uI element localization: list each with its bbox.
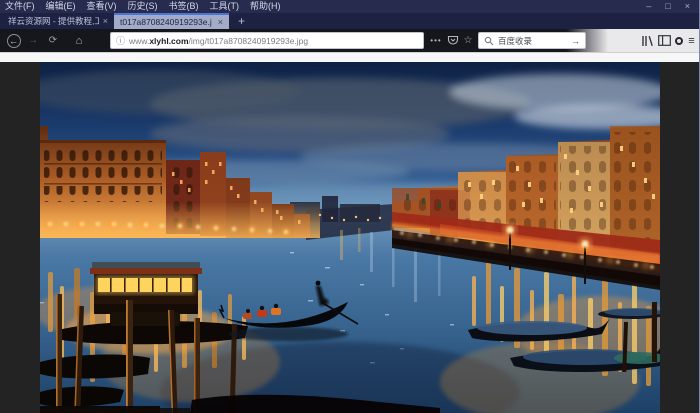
new-tab-button[interactable]: + [229, 13, 254, 29]
url-path: /img/t017a8708240919293e.jpg [189, 36, 309, 46]
pocket-icon [447, 35, 459, 46]
search-icon [484, 36, 494, 46]
tab-xiangyun-site[interactable]: 祥云资源网 - 提供教程,工具,源码 × [2, 13, 114, 29]
minimize-button[interactable]: – [646, 0, 651, 13]
menu-bar: 文件(F) 编辑(E) 查看(V) 历史(S) 书签(B) 工具(T) 帮助(H… [0, 0, 699, 13]
back-icon: ← [9, 36, 18, 46]
pocket-button[interactable] [446, 29, 460, 52]
menu-bookmarks[interactable]: 书签(B) [169, 0, 199, 13]
tab-title: 祥云资源网 - 提供教程,工具,源码 [8, 15, 99, 27]
forward-icon: → [28, 35, 38, 46]
app-menu-button[interactable]: ≡ [685, 29, 698, 52]
menu-items: 文件(F) 编辑(E) 查看(V) 历史(S) 书签(B) 工具(T) 帮助(H… [5, 0, 281, 13]
site-info-icon[interactable]: ⓘ [116, 34, 125, 47]
menu-history[interactable]: 历史(S) [128, 0, 158, 13]
url-domain: xlyhl.com [149, 36, 188, 46]
menu-view[interactable]: 查看(V) [87, 0, 117, 13]
url-prefix: www. [129, 36, 149, 46]
navigation-toolbar: ← → ⟳ ⌂ ⓘ www.xlyhl.com/img/t017a8708240… [0, 29, 699, 52]
tab-bar: 祥云资源网 - 提供教程,工具,源码 × t017a8708240919293e… [0, 13, 699, 29]
library-button[interactable] [639, 29, 655, 52]
menu-help[interactable]: 帮助(H) [250, 0, 281, 13]
extension-circle-icon [675, 37, 683, 45]
sidebar-icon [658, 35, 671, 46]
bookmark-button[interactable]: ☆ [461, 29, 475, 52]
menu-edit[interactable]: 编辑(E) [46, 0, 76, 13]
search-go-icon[interactable]: → [571, 36, 580, 46]
menu-tools[interactable]: 工具(T) [210, 0, 240, 13]
home-icon: ⌂ [76, 35, 83, 47]
hamburger-menu-icon: ≡ [688, 35, 694, 47]
venice-photo-graphic [40, 62, 660, 413]
tab-image-jpg[interactable]: t017a8708240919293e.jpg × [114, 13, 229, 29]
bookmark-star-icon: ☆ [464, 35, 473, 46]
extension-circle-button[interactable] [672, 29, 686, 52]
page-actions-button[interactable]: ••• [428, 29, 444, 52]
search-input[interactable] [498, 36, 567, 46]
library-icon [641, 35, 654, 47]
menu-file[interactable]: 文件(F) [5, 0, 35, 13]
sidebar-button[interactable] [656, 29, 672, 52]
reload-icon: ⟳ [49, 35, 57, 46]
content-area [0, 62, 699, 413]
maximize-button[interactable]: □ [665, 0, 670, 13]
home-button[interactable]: ⌂ [72, 29, 86, 52]
venice-canal-photo[interactable] [40, 62, 660, 413]
browser-window: 文件(F) 编辑(E) 查看(V) 历史(S) 书签(B) 工具(T) 帮助(H… [0, 0, 700, 413]
page-actions-icon: ••• [430, 36, 441, 45]
tab-close-icon[interactable]: × [218, 17, 223, 27]
back-button[interactable]: ← [5, 29, 22, 52]
window-controls: – □ × [646, 0, 690, 13]
search-bar[interactable]: → [478, 32, 586, 49]
tab-title: t017a8708240919293e.jpg [120, 17, 212, 27]
close-button[interactable]: × [685, 0, 690, 13]
address-bar[interactable]: ⓘ www.xlyhl.com/img/t017a8708240919293e.… [110, 32, 424, 49]
forward-button[interactable]: → [26, 29, 40, 52]
reload-button[interactable]: ⟳ [46, 29, 60, 52]
tab-close-icon[interactable]: × [103, 16, 108, 26]
url-text: www.xlyhl.com/img/t017a8708240919293e.jp… [129, 36, 308, 46]
